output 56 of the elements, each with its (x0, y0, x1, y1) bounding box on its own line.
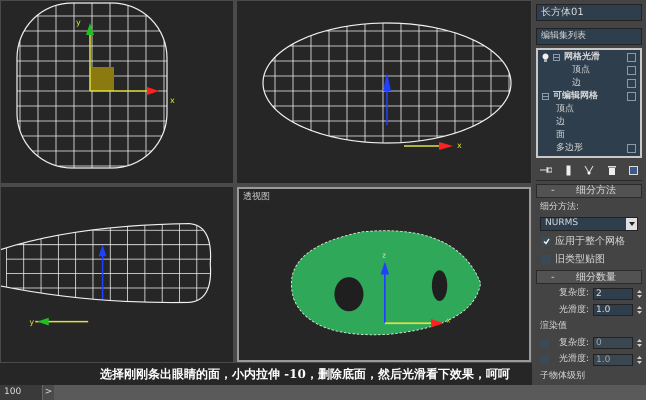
axis-label: y (76, 18, 81, 27)
collapse-toggle-icon[interactable] (542, 92, 549, 100)
spinner-arrows-icon[interactable] (637, 305, 642, 316)
rollout-header[interactable]: - 细分方法 (536, 184, 642, 198)
next-frame-button[interactable]: > (42, 385, 54, 400)
viewport-label: 透视图 (243, 191, 270, 204)
checkbox[interactable] (627, 92, 636, 100)
checkbox-label: 旧类型贴图 (555, 252, 605, 267)
object-name-field[interactable]: 长方体01 (536, 4, 642, 21)
light-bulb-icon[interactable] (542, 52, 549, 62)
viewport[interactable]: y x (1, 1, 233, 183)
sub-object-item[interactable]: 边 (572, 76, 581, 90)
caption-text: 选择刚刚条出眼睛的面，小内拉伸 -10，删除底面，然后光滑看下效果，呵呵 (100, 366, 510, 383)
spinner-field[interactable]: 1.0 (593, 304, 633, 316)
axis-label: x (457, 141, 462, 150)
spinner-field[interactable]: 2 (593, 288, 633, 300)
spinner-label: 复杂度: (558, 287, 589, 300)
checkbox[interactable] (627, 144, 636, 152)
rollout-header[interactable]: - 细分数量 (536, 270, 642, 284)
sub-object-item[interactable]: 面 (556, 128, 565, 142)
collapse-sign: - (551, 184, 555, 198)
spinner-label: 光滑度: (558, 353, 589, 366)
frame-counter: 100 (0, 385, 42, 400)
axis-gizmo-drawing (380, 262, 444, 328)
viewport[interactable]: x (237, 1, 531, 183)
viewport[interactable]: y (1, 187, 233, 362)
sub-object-item[interactable]: 多边形 (556, 142, 583, 154)
modifier-item[interactable]: 可编辑网格 (553, 90, 598, 102)
spinner-arrows-icon[interactable] (637, 354, 642, 365)
collapse-toggle-icon[interactable] (553, 54, 560, 60)
axis-label: x (170, 96, 175, 105)
section-hint: 子物体级别 (539, 370, 586, 382)
subdivision-dropdown[interactable]: NURMS (540, 217, 638, 231)
sub-object-item[interactable]: 边 (556, 116, 565, 128)
spinner-label: 光滑度: (558, 304, 589, 316)
sub-object-item[interactable]: 顶点 (572, 64, 590, 76)
caret-icon (626, 218, 637, 230)
sub-object-item[interactable]: 顶点 (556, 102, 574, 116)
checkbox[interactable] (627, 78, 636, 88)
field-label: 渲染值 (539, 320, 568, 333)
bar-icon[interactable] (566, 164, 570, 176)
checkbox[interactable] (627, 52, 636, 62)
collapse-sign: - (551, 270, 555, 284)
axis-label: y (30, 318, 34, 326)
modifier-list-dropdown[interactable]: 编辑集列表 (536, 28, 642, 44)
modifier-item[interactable]: 网格光滑 (564, 50, 600, 64)
spinner-arrows-icon[interactable] (637, 338, 642, 348)
field-label: 细分方法: (539, 200, 580, 214)
spinner-arrows-icon[interactable] (637, 288, 642, 299)
trash-icon[interactable] (608, 165, 616, 175)
spinner-label: 复杂度: (558, 336, 589, 350)
checkmark-icon (543, 238, 550, 245)
pin-icon[interactable] (540, 166, 552, 174)
funnel-icon[interactable] (584, 165, 594, 175)
checkbox-label: 应用于整个网格 (555, 234, 625, 249)
checkbox[interactable] (627, 66, 636, 74)
